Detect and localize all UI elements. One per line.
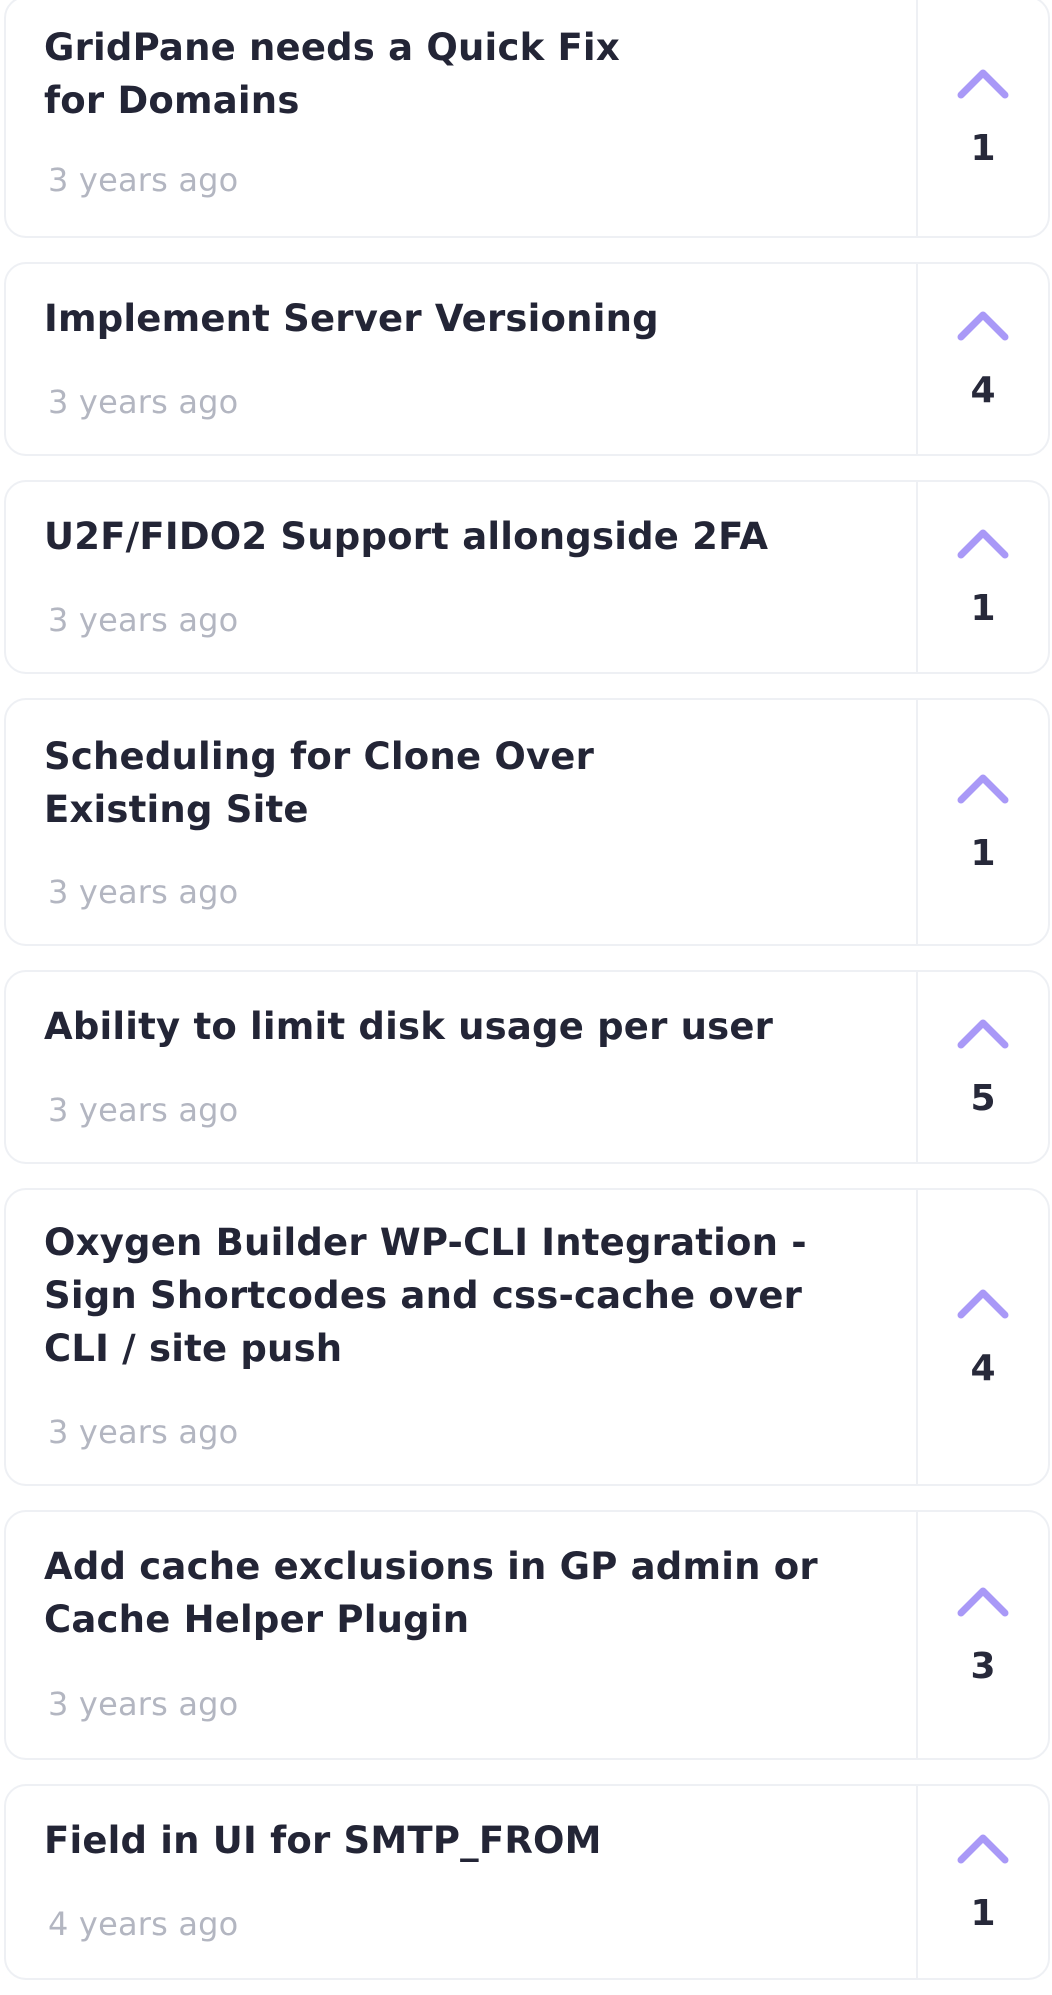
idea-card[interactable]: GridPane needs a Quick Fix for Domains 3… bbox=[4, 0, 1050, 238]
idea-card[interactable]: U2F/FIDO2 Support allongside 2FA 3 years… bbox=[4, 480, 1050, 674]
idea-content[interactable]: Implement Server Versioning 3 years ago bbox=[6, 264, 916, 454]
chevron-up-icon bbox=[957, 1289, 1009, 1319]
idea-title-line: for Domains bbox=[44, 79, 300, 122]
idea-title-line: Oxygen Builder WP-CLI Integration - bbox=[44, 1221, 807, 1264]
upvote-button[interactable]: 1 bbox=[916, 1786, 1048, 1978]
idea-title[interactable]: GridPane needs a Quick Fix for Domains bbox=[44, 21, 876, 127]
idea-title-line: Add cache exclusions in GP admin or bbox=[44, 1545, 818, 1588]
idea-title-line: GridPane needs a Quick Fix bbox=[44, 26, 620, 69]
idea-title[interactable]: Add cache exclusions in GP admin or Cach… bbox=[44, 1540, 876, 1646]
chevron-up-icon bbox=[957, 1587, 1009, 1617]
idea-title[interactable]: Implement Server Versioning bbox=[44, 292, 876, 345]
idea-title-line: U2F/FIDO2 Support allongside 2FA bbox=[44, 515, 769, 558]
idea-content[interactable]: Oxygen Builder WP-CLI Integration - Sign… bbox=[6, 1190, 916, 1484]
upvote-button[interactable]: 5 bbox=[916, 972, 1048, 1162]
chevron-up-icon bbox=[957, 69, 1009, 99]
chevron-up-icon bbox=[957, 311, 1009, 341]
upvote-button[interactable]: 4 bbox=[916, 264, 1048, 454]
upvote-button[interactable]: 1 bbox=[916, 482, 1048, 672]
upvote-button[interactable]: 3 bbox=[916, 1512, 1048, 1758]
idea-age: 3 years ago bbox=[48, 1091, 239, 1129]
idea-title-line: CLI / site push bbox=[44, 1327, 343, 1370]
chevron-up-icon bbox=[957, 1019, 1009, 1049]
idea-content[interactable]: Add cache exclusions in GP admin or Cach… bbox=[6, 1512, 916, 1758]
idea-title-line: Ability to limit disk usage per user bbox=[44, 1005, 774, 1048]
idea-title-line: Sign Shortcodes and css-cache over bbox=[44, 1274, 803, 1317]
idea-card[interactable]: Implement Server Versioning 3 years ago … bbox=[4, 262, 1050, 456]
idea-title[interactable]: Field in UI for SMTP_FROM bbox=[44, 1814, 876, 1867]
chevron-up-icon bbox=[957, 529, 1009, 559]
vote-count: 5 bbox=[970, 1078, 996, 1119]
idea-age: 3 years ago bbox=[48, 1413, 239, 1451]
idea-age: 3 years ago bbox=[48, 873, 239, 911]
idea-content[interactable]: GridPane needs a Quick Fix for Domains 3… bbox=[6, 0, 916, 236]
idea-content[interactable]: Scheduling for Clone Over Existing Site … bbox=[6, 700, 916, 944]
chevron-up-icon bbox=[957, 1834, 1009, 1864]
vote-count: 1 bbox=[970, 833, 996, 874]
idea-age: 3 years ago bbox=[48, 1685, 239, 1723]
vote-count: 1 bbox=[970, 128, 996, 169]
idea-title-line: Cache Helper Plugin bbox=[44, 1598, 470, 1641]
idea-title[interactable]: Scheduling for Clone Over Existing Site bbox=[44, 730, 876, 836]
vote-count: 4 bbox=[970, 1348, 996, 1389]
idea-content[interactable]: Field in UI for SMTP_FROM 4 years ago bbox=[6, 1786, 916, 1978]
vote-count: 3 bbox=[970, 1646, 996, 1687]
idea-card[interactable]: Field in UI for SMTP_FROM 4 years ago 1 bbox=[4, 1784, 1050, 1980]
vote-count: 1 bbox=[970, 588, 996, 629]
vote-count: 4 bbox=[970, 370, 996, 411]
idea-age: 3 years ago bbox=[48, 161, 239, 199]
upvote-button[interactable]: 1 bbox=[916, 0, 1048, 236]
chevron-up-icon bbox=[957, 774, 1009, 804]
idea-title[interactable]: Ability to limit disk usage per user bbox=[44, 1000, 876, 1053]
idea-title-line: Scheduling for Clone Over bbox=[44, 735, 595, 778]
idea-card[interactable]: Ability to limit disk usage per user 3 y… bbox=[4, 970, 1050, 1164]
idea-title-line: Field in UI for SMTP_FROM bbox=[44, 1819, 602, 1862]
idea-card[interactable]: Add cache exclusions in GP admin or Cach… bbox=[4, 1510, 1050, 1760]
idea-content[interactable]: U2F/FIDO2 Support allongside 2FA 3 years… bbox=[6, 482, 916, 672]
vote-count: 1 bbox=[970, 1893, 996, 1934]
idea-age: 3 years ago bbox=[48, 383, 239, 421]
idea-title[interactable]: U2F/FIDO2 Support allongside 2FA bbox=[44, 510, 876, 563]
idea-title[interactable]: Oxygen Builder WP-CLI Integration - Sign… bbox=[44, 1216, 876, 1375]
idea-card[interactable]: Scheduling for Clone Over Existing Site … bbox=[4, 698, 1050, 946]
upvote-button[interactable]: 1 bbox=[916, 700, 1048, 944]
idea-card[interactable]: Oxygen Builder WP-CLI Integration - Sign… bbox=[4, 1188, 1050, 1486]
ideas-list: GridPane needs a Quick Fix for Domains 3… bbox=[0, 0, 1052, 1995]
idea-age: 3 years ago bbox=[48, 601, 239, 639]
upvote-button[interactable]: 4 bbox=[916, 1190, 1048, 1484]
idea-age: 4 years ago bbox=[48, 1905, 239, 1943]
idea-content[interactable]: Ability to limit disk usage per user 3 y… bbox=[6, 972, 916, 1162]
idea-title-line: Implement Server Versioning bbox=[44, 297, 659, 340]
idea-title-line: Existing Site bbox=[44, 788, 309, 831]
